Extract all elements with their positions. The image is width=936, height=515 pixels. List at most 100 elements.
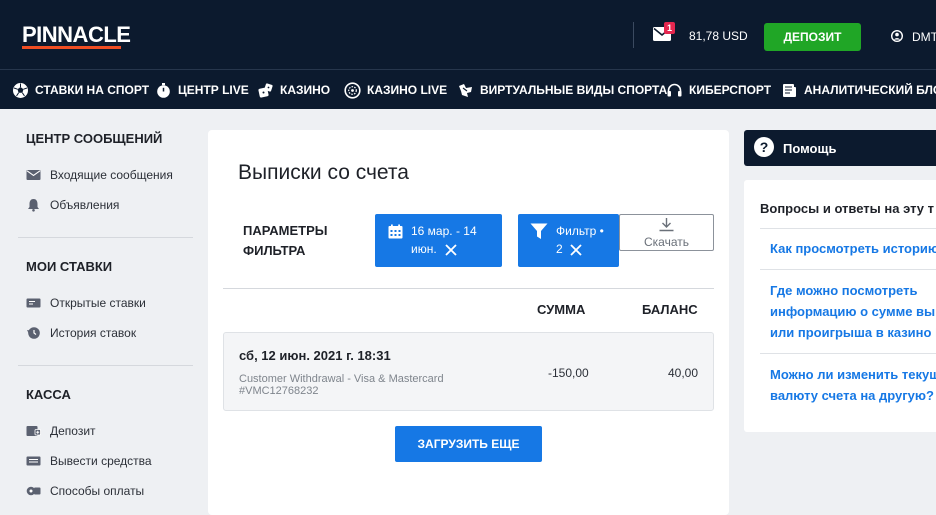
section-divider xyxy=(223,288,714,289)
help-header[interactable]: ? Помощь xyxy=(744,130,936,166)
column-header-amount: СУММА xyxy=(537,302,586,317)
nav-item-blog[interactable]: АНАЛИТИЧЕСКИЙ БЛОГ xyxy=(781,70,936,110)
nav-item-casino[interactable]: КАЗИНО xyxy=(257,70,330,110)
date-range-chip[interactable]: 16 мар. - 14 июн. xyxy=(375,214,502,267)
sidebar-item-label: История ставок xyxy=(50,326,137,340)
sidebar-item-label: Входящие сообщения xyxy=(50,168,173,182)
nav-label: СТАВКИ НА СПОРТ xyxy=(35,83,150,97)
calendar-icon xyxy=(388,224,403,239)
blog-icon xyxy=(783,83,796,97)
user-icon[interactable] xyxy=(891,30,903,42)
faq-divider xyxy=(760,228,936,229)
faq-divider xyxy=(760,269,936,270)
sidebar-item-label: Депозит xyxy=(50,424,96,438)
filter-count: 2 xyxy=(556,242,563,256)
faq-divider xyxy=(760,353,936,354)
faq-question-line: Где можно посмотреть xyxy=(770,283,918,298)
faq-question-line: Как просмотреть историю xyxy=(770,241,936,256)
sidebar-item-deposit[interactable]: Депозит xyxy=(26,424,96,438)
nav-item-esports[interactable]: КИБЕРСПОРТ xyxy=(666,70,771,110)
date-range-text: июн. xyxy=(411,242,437,256)
nav-label: ЦЕНТР LIVE xyxy=(178,83,249,97)
transaction-description-block: Customer Withdrawal - Visa & Mastercard … xyxy=(239,373,444,397)
faq-title: Вопросы и ответы на эту т xyxy=(760,201,934,216)
sidebar-item-label: Открытые ставки xyxy=(50,296,146,310)
sidebar-item-label: Способы оплаты xyxy=(50,484,145,498)
headset-icon xyxy=(667,83,682,96)
gear-card-icon xyxy=(26,486,41,496)
account-balance: 81,78 USD xyxy=(689,29,748,43)
sidebar-item-bet-history[interactable]: История ставок xyxy=(26,326,136,340)
faq-question[interactable]: Как просмотреть историю xyxy=(770,238,936,259)
transaction-balance: 40,00 xyxy=(668,366,699,380)
nav-item-live-casino[interactable]: КАЗИНО LIVE xyxy=(344,70,447,110)
sidebar-item-label: Вывести средства xyxy=(50,454,152,468)
download-label: Скачать xyxy=(644,235,689,249)
faq-panel: Вопросы и ответы на эту т Как просмотрет… xyxy=(744,180,936,432)
bell-icon xyxy=(28,199,39,212)
help-title: Помощь xyxy=(783,141,837,156)
sidebar-item-announcements[interactable]: Объявления xyxy=(26,198,119,212)
top-header: PINNACLE 1 81,78 USD ДЕПОЗИТ DMT xyxy=(0,0,936,69)
roulette-icon xyxy=(344,81,361,99)
question-icon: ? xyxy=(754,137,774,157)
transaction-date: сб, 12 июн. 2021 г. 18:31 xyxy=(239,348,391,363)
dice-icon xyxy=(258,82,273,98)
sidebar-item-open-bets[interactable]: Открытые ставки xyxy=(26,296,146,310)
logo-underline xyxy=(22,46,121,49)
soccer-ball-icon xyxy=(13,82,28,98)
sidebar-item-label: Объявления xyxy=(50,198,120,212)
faq-question[interactable]: Где можно посмотреть информацию о сумме … xyxy=(770,280,936,343)
sidebar-divider xyxy=(18,237,193,238)
funnel-icon xyxy=(530,223,548,239)
deposit-button[interactable]: ДЕПОЗИТ xyxy=(764,23,861,51)
filter-chip[interactable]: Фильтр • 2 xyxy=(518,214,619,267)
nav-label: КИБЕРСПОРТ xyxy=(689,83,772,97)
close-icon[interactable] xyxy=(570,244,582,256)
filter-chip-text: Фильтр • xyxy=(556,224,604,238)
transaction-amount: -150,00 xyxy=(548,366,589,380)
pinnacle-logo[interactable]: PINNACLE xyxy=(22,24,131,46)
sidebar-heading-messages: ЦЕНТР СООБЩЕНИЙ xyxy=(26,131,163,146)
envelope-icon xyxy=(26,170,41,180)
filter-label-line: ФИЛЬТРА xyxy=(243,243,306,258)
nav-item-sports[interactable]: СТАВКИ НА СПОРТ xyxy=(12,70,149,110)
sidebar-heading-cashier: КАССА xyxy=(26,387,71,402)
header-divider xyxy=(633,22,634,48)
sidebar-item-withdraw[interactable]: Вывести средства xyxy=(26,454,152,468)
faq-question-line: валюту счета на другую? xyxy=(770,388,934,403)
filter-label-line: ПАРАМЕТРЫ xyxy=(243,223,328,238)
nav-label: ВИРТУАЛЬНЫЕ ВИДЫ СПОРТА xyxy=(480,83,668,97)
main-nav: СТАВКИ НА СПОРТ ЦЕНТР LIVE КАЗИНО КАЗИНО… xyxy=(0,69,936,109)
unread-badge: 1 xyxy=(664,22,675,34)
nav-item-live[interactable]: ЦЕНТР LIVE xyxy=(155,70,249,110)
load-more-button[interactable]: ЗАГРУЗИТЬ ЕЩЕ xyxy=(395,426,542,462)
download-icon xyxy=(659,218,674,232)
deposit-icon xyxy=(26,426,41,436)
nav-label: АНАЛИТИЧЕСКИЙ БЛОГ xyxy=(804,83,936,97)
nav-label: КАЗИНО LIVE xyxy=(367,83,448,97)
sidebar-item-inbox[interactable]: Входящие сообщения xyxy=(26,168,173,182)
nav-item-virtual-sports[interactable]: ВИРТУАЛЬНЫЕ ВИДЫ СПОРТА xyxy=(457,70,667,110)
stopwatch-icon xyxy=(157,82,170,98)
faq-question-line: или проигрыша в казино P xyxy=(770,325,936,340)
statements-card: Выписки со счета ПАРАМЕТРЫ ФИЛЬТРА 16 ма… xyxy=(208,130,729,515)
column-header-balance: БАЛАНС xyxy=(642,302,698,317)
virtual-sports-icon xyxy=(459,83,472,97)
date-range-text: 16 мар. - 14 xyxy=(411,224,477,238)
page-title: Выписки со счета xyxy=(238,161,409,184)
faq-question[interactable]: Можно ли изменить текущ валюту счета на … xyxy=(770,364,936,406)
left-sidebar: ЦЕНТР СООБЩЕНИЙ Входящие сообщения Объяв… xyxy=(0,109,208,515)
nav-label: КАЗИНО xyxy=(280,83,331,97)
close-icon[interactable] xyxy=(445,244,457,256)
transaction-row[interactable]: сб, 12 июн. 2021 г. 18:31 Customer Withd… xyxy=(223,332,714,411)
download-button[interactable]: Скачать xyxy=(619,214,714,251)
withdraw-icon xyxy=(26,456,41,466)
transaction-description: Customer Withdrawal - Visa & Mastercard xyxy=(239,373,444,385)
faq-question-line: информацию о сумме выи xyxy=(770,304,936,319)
sidebar-heading-my-bets: МОИ СТАВКИ xyxy=(26,259,113,274)
transaction-reference: #VMC12768232 xyxy=(239,385,319,397)
user-name[interactable]: DMT xyxy=(912,30,936,44)
sidebar-item-payment-methods[interactable]: Способы оплаты xyxy=(26,484,144,498)
ticket-icon xyxy=(26,298,41,308)
